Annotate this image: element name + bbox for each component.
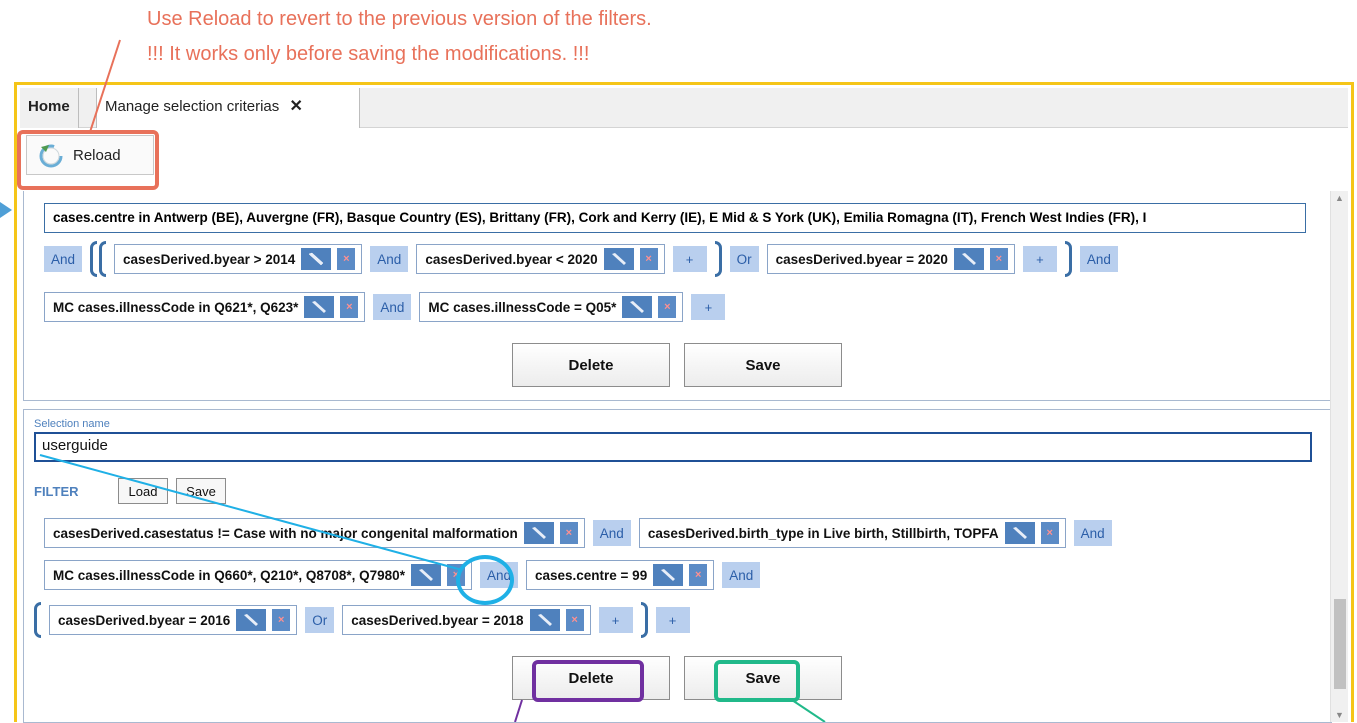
tab-manage-label: Manage selection criterias	[105, 98, 280, 115]
filter-chip[interactable]: casesDerived.casestatus != Case with no …	[44, 518, 585, 548]
filter-chip[interactable]: cases.centre = 99 ×	[525, 560, 715, 590]
filter-row: MC cases.illnessCode in Q660*, Q210*, Q8…	[44, 560, 761, 590]
delete-button[interactable]: Delete	[512, 343, 670, 387]
add-condition-button[interactable]: +	[691, 294, 726, 320]
add-condition-button[interactable]: +	[672, 246, 707, 272]
remove-icon[interactable]: ×	[272, 609, 291, 631]
pencil-icon[interactable]	[304, 296, 335, 318]
add-condition-button[interactable]: +	[655, 607, 690, 633]
callout-save-highlight	[714, 660, 800, 702]
scroll-up-icon[interactable]: ▲	[1335, 193, 1344, 203]
filter-row: casesDerived.casestatus != Case with no …	[44, 518, 1112, 548]
filter-chip-centre-list[interactable]: cases.centre in Antwerp (BE), Auvergne (…	[44, 203, 1306, 233]
group-open-paren	[90, 241, 98, 277]
remove-icon[interactable]: ×	[565, 609, 584, 631]
filter-chip-label: casesDerived.byear < 2020	[425, 251, 598, 267]
remove-icon[interactable]: ×	[337, 248, 356, 270]
operator-and[interactable]: And	[722, 562, 761, 588]
filter-chip-label: MC cases.illnessCode in Q621*, Q623*	[53, 299, 299, 315]
app-window: Home Manage selection criterias ✕ Reload…	[14, 82, 1354, 723]
operator-and[interactable]: And	[373, 294, 412, 320]
tab-home[interactable]: Home	[20, 88, 79, 128]
filter-chip-label: MC cases.illnessCode in Q660*, Q210*, Q8…	[53, 567, 405, 583]
selection-name-label: Selection name	[34, 418, 110, 430]
tab-manage-selection[interactable]: Manage selection criterias ✕	[96, 88, 360, 128]
operator-or[interactable]: Or	[729, 246, 759, 272]
operator-and[interactable]: And	[370, 246, 409, 272]
filter-chip-label: MC cases.illnessCode = Q05*	[428, 299, 617, 315]
operator-and[interactable]: And	[1073, 520, 1112, 546]
filter-chip-label: casesDerived.byear = 2016	[58, 612, 231, 628]
pencil-icon[interactable]	[622, 296, 653, 318]
save-button[interactable]: Save	[684, 343, 842, 387]
toolbar: Reload	[20, 129, 1348, 185]
group-close-paren	[640, 602, 648, 638]
add-condition-button[interactable]: +	[598, 607, 633, 633]
filter-chip[interactable]: casesDerived.byear = 2020 ×	[766, 244, 1015, 274]
tab-bar: Home Manage selection criterias ✕	[20, 88, 1348, 128]
load-button[interactable]: Load	[118, 478, 168, 504]
criteria-panel-2: Selection name userguide FILTER Load Sav…	[23, 409, 1332, 723]
pencil-icon[interactable]	[603, 248, 634, 270]
save-filter-button[interactable]: Save	[176, 478, 226, 504]
filter-chip[interactable]: casesDerived.byear < 2020 ×	[416, 244, 665, 274]
scroll-down-icon[interactable]: ▼	[1335, 710, 1344, 720]
filter-chip-label: casesDerived.byear = 2018	[351, 612, 524, 628]
pencil-icon[interactable]	[1004, 522, 1035, 544]
group-open-paren	[99, 241, 107, 277]
remove-icon[interactable]: ×	[340, 296, 359, 318]
filter-chip-label: casesDerived.byear > 2014	[123, 251, 296, 267]
callout-edit-highlight	[456, 555, 514, 605]
filter-row: MC cases.illnessCode in Q621*, Q623* × A…	[44, 292, 726, 322]
filter-chip[interactable]: casesDerived.byear = 2016 ×	[49, 605, 298, 635]
filter-chip[interactable]: MC cases.illnessCode = Q05* ×	[419, 292, 684, 322]
close-icon[interactable]: ✕	[289, 98, 302, 115]
group-close-paren	[1064, 241, 1072, 277]
add-condition-button[interactable]: +	[1022, 246, 1057, 272]
pencil-icon[interactable]	[529, 609, 560, 631]
annotation-reload-hint: Use Reload to revert to the previous ver…	[147, 8, 652, 30]
scrollbar-thumb[interactable]	[1334, 599, 1346, 689]
filter-chip[interactable]: MC cases.illnessCode in Q660*, Q210*, Q8…	[44, 560, 472, 590]
filter-chip-label: cases.centre = 99	[534, 567, 648, 583]
pencil-icon[interactable]	[410, 564, 441, 586]
criteria-list[interactable]: cases.centre in Antwerp (BE), Auvergne (…	[20, 191, 1333, 723]
filter-label: FILTER	[34, 484, 79, 499]
operator-and[interactable]: And	[1079, 246, 1118, 272]
pencil-icon[interactable]	[236, 609, 267, 631]
filter-chip[interactable]: casesDerived.byear > 2014 ×	[114, 244, 363, 274]
remove-icon[interactable]: ×	[559, 522, 578, 544]
remove-icon[interactable]: ×	[689, 564, 708, 586]
operator-and[interactable]: And	[592, 520, 631, 546]
remove-icon[interactable]: ×	[658, 296, 677, 318]
filter-chip[interactable]: MC cases.illnessCode in Q621*, Q623* ×	[44, 292, 366, 322]
vertical-scrollbar[interactable]: ▲ ▼	[1330, 191, 1348, 722]
operator-and[interactable]: And	[44, 246, 83, 272]
filter-chip-label: casesDerived.byear = 2020	[775, 251, 948, 267]
callout-reload-highlight	[17, 130, 159, 190]
pencil-icon[interactable]	[953, 248, 984, 270]
filter-row: And casesDerived.byear > 2014 × And case…	[44, 241, 1118, 277]
pencil-icon[interactable]	[653, 564, 684, 586]
selection-name-input[interactable]: userguide	[34, 432, 1312, 462]
remove-icon[interactable]: ×	[639, 248, 658, 270]
annotation-warning: !!! It works only before saving the modi…	[147, 43, 590, 65]
filter-chip-label: casesDerived.casestatus != Case with no …	[53, 525, 518, 541]
remove-icon[interactable]: ×	[989, 248, 1008, 270]
remove-icon[interactable]: ×	[1040, 522, 1059, 544]
pencil-icon[interactable]	[523, 522, 554, 544]
filter-chip-label: casesDerived.birth_type in Live birth, S…	[647, 525, 999, 541]
pencil-icon[interactable]	[301, 248, 332, 270]
criteria-panel-1: cases.centre in Antwerp (BE), Auvergne (…	[23, 191, 1332, 401]
filter-row: casesDerived.byear = 2016 × Or casesDeri…	[34, 602, 690, 638]
filter-chip[interactable]: casesDerived.byear = 2018 ×	[342, 605, 591, 635]
group-close-paren	[714, 241, 722, 277]
group-open-paren	[34, 602, 41, 638]
callout-delete-highlight	[532, 660, 644, 702]
filter-chip[interactable]: casesDerived.birth_type in Live birth, S…	[638, 518, 1066, 548]
operator-or[interactable]: Or	[305, 607, 335, 633]
